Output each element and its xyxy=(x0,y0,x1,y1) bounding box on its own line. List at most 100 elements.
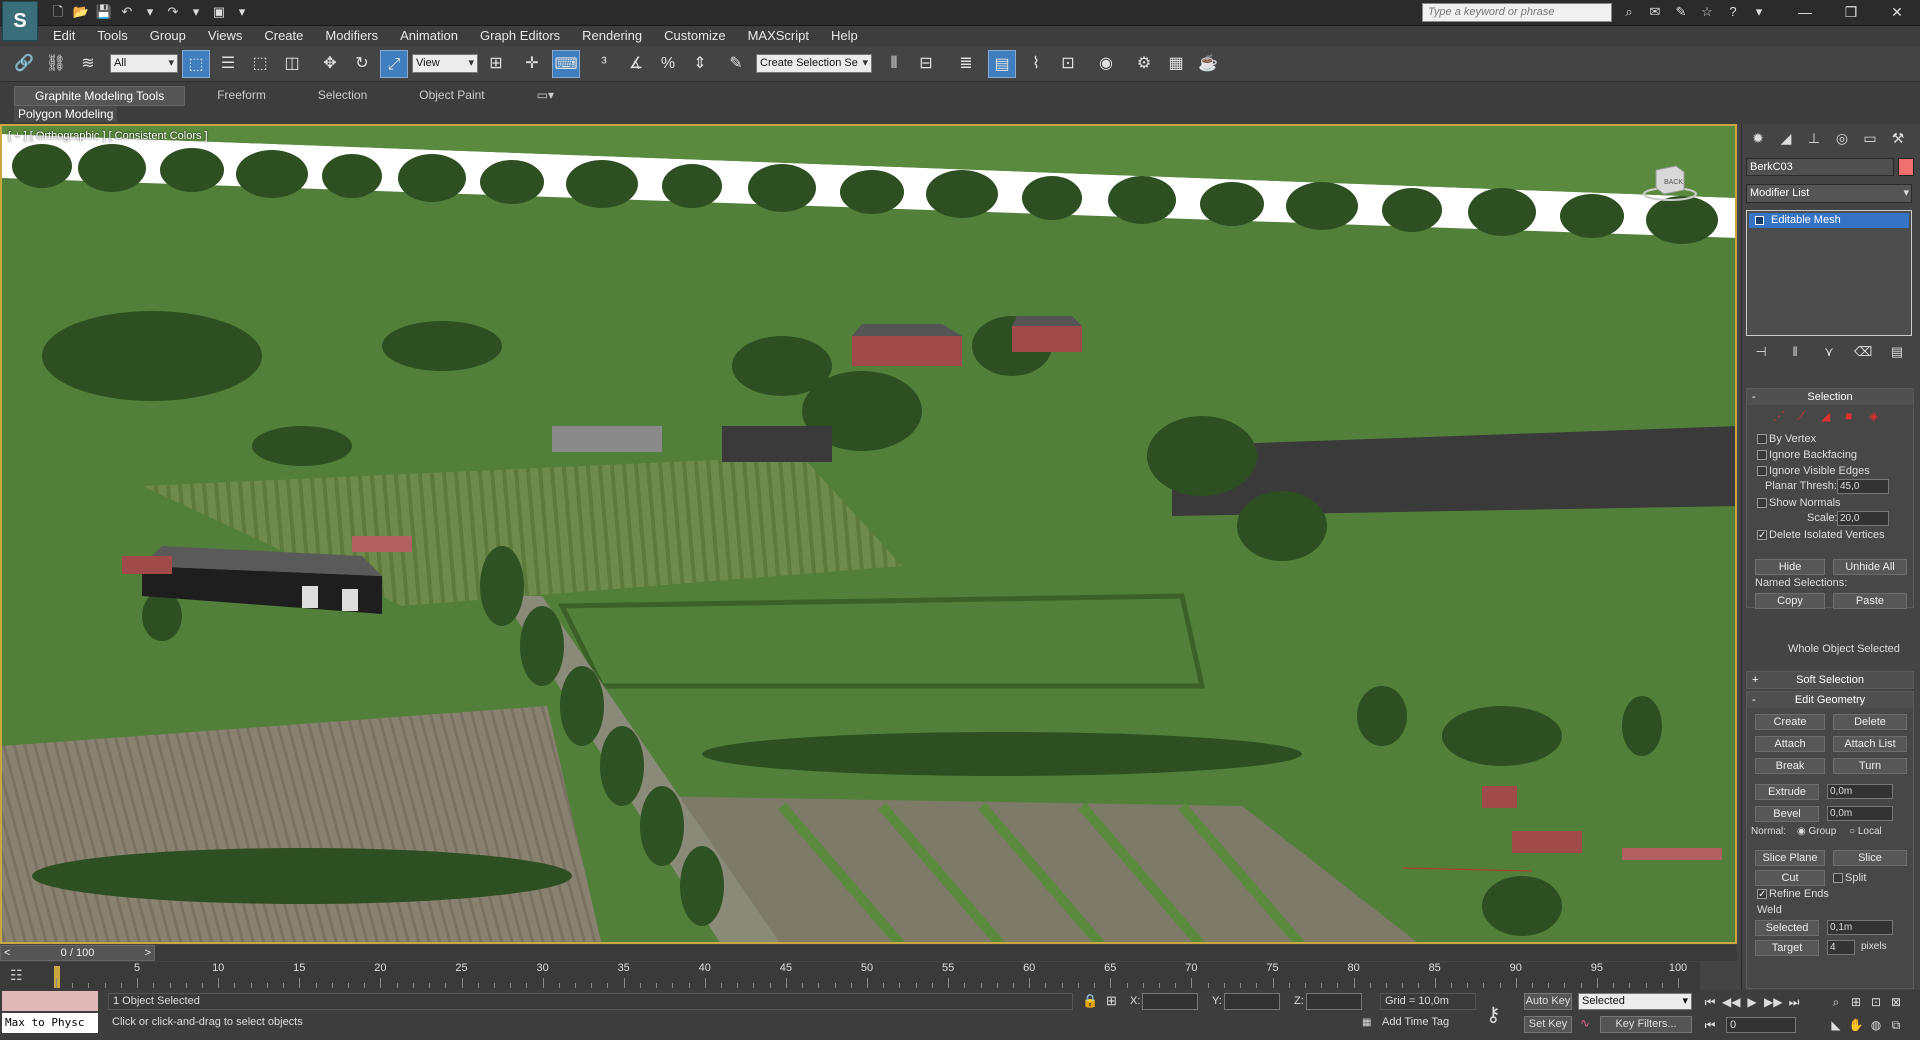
rollout-header-soft-selection[interactable]: + Soft Selection xyxy=(1747,672,1913,688)
rollout-header-edit-geometry[interactable]: - Edit Geometry xyxy=(1747,692,1913,708)
split-checkbox[interactable]: Split xyxy=(1823,870,1866,886)
window-crossing-icon[interactable]: ◫ xyxy=(278,50,306,78)
create-button[interactable]: Create xyxy=(1755,714,1825,730)
turn-button[interactable]: Turn xyxy=(1833,758,1907,774)
scale-spinner[interactable]: 20,0 xyxy=(1837,511,1889,526)
y-coordinate-field[interactable] xyxy=(1224,993,1280,1010)
move-icon[interactable]: ✥ xyxy=(316,50,344,78)
element-icon[interactable]: ◈ xyxy=(1869,409,1878,423)
menu-help[interactable]: Help xyxy=(820,26,869,46)
polygon-icon[interactable]: ■ xyxy=(1845,409,1852,423)
go-to-end-icon[interactable]: ⏭ xyxy=(1786,994,1802,1010)
attach-list-button[interactable]: Attach List xyxy=(1833,736,1907,752)
undo-icon[interactable]: ↶ xyxy=(117,3,137,21)
planar-thresh-spinner[interactable]: 45,0 xyxy=(1837,479,1889,494)
render-production-icon[interactable]: ☕ xyxy=(1194,50,1222,78)
undo-dropdown-icon[interactable]: ▾ xyxy=(140,3,160,21)
maxscript-input[interactable]: Max to Physc xyxy=(2,1013,98,1033)
time-cursor[interactable] xyxy=(54,966,60,988)
select-object-icon[interactable]: ⬚ xyxy=(182,50,210,78)
menu-group[interactable]: Group xyxy=(139,26,197,46)
previous-frame-icon[interactable]: ◀◀ xyxy=(1722,994,1740,1010)
menu-animation[interactable]: Animation xyxy=(389,26,469,46)
open-icon[interactable]: 📂 xyxy=(71,3,91,21)
key-mode-dropdown[interactable]: Selected xyxy=(1578,993,1692,1010)
key-mode-toggle-icon[interactable]: ⏮ xyxy=(1702,1017,1718,1033)
object-color-swatch[interactable] xyxy=(1898,158,1914,176)
stack-item-editable-mesh[interactable]: Editable Mesh xyxy=(1749,213,1909,228)
add-time-tag-icon[interactable]: ▦ xyxy=(1362,1017,1371,1028)
go-to-start-icon[interactable]: ⏮ xyxy=(1702,994,1718,1010)
break-button[interactable]: Break xyxy=(1755,758,1825,774)
delete-button[interactable]: Delete xyxy=(1833,714,1907,730)
app-logo-button[interactable]: S xyxy=(2,1,38,41)
default-tangent-icon[interactable]: ∿ xyxy=(1580,1016,1590,1030)
weld-threshold-spinner[interactable]: 0,1m xyxy=(1827,920,1893,935)
reference-coordinate-dropdown[interactable]: View xyxy=(412,54,478,73)
lock-selection-icon[interactable]: 🔒 xyxy=(1082,993,1098,1009)
bind-space-warp-icon[interactable]: ≋ xyxy=(74,50,102,78)
face-icon[interactable]: ◢ xyxy=(1821,409,1830,423)
make-unique-icon[interactable]: ⋎ xyxy=(1820,344,1838,360)
help-dropdown-icon[interactable]: ▾ xyxy=(1748,3,1770,21)
set-key-button[interactable]: Set Key xyxy=(1524,1016,1572,1033)
slice-plane-button[interactable]: Slice Plane xyxy=(1755,850,1825,866)
redo-icon[interactable]: ↷ xyxy=(163,3,183,21)
motion-tab-icon[interactable]: ◎ xyxy=(1830,128,1854,148)
viewcube[interactable]: BACK xyxy=(1642,162,1698,202)
refine-ends-checkbox[interactable]: Refine Ends xyxy=(1747,886,1829,903)
project-folder-icon[interactable]: ▣ xyxy=(209,3,229,21)
mini-curve-editor-icon[interactable]: ☷ xyxy=(10,967,23,984)
attach-button[interactable]: Attach xyxy=(1755,736,1825,752)
x-coordinate-field[interactable] xyxy=(1142,993,1198,1010)
restore-icon[interactable]: ❐ xyxy=(1828,0,1874,24)
orbit-icon[interactable]: ◍ xyxy=(1868,1017,1884,1033)
menu-maxscript[interactable]: MAXScript xyxy=(737,26,820,46)
ignore-backfacing-checkbox[interactable]: Ignore Backfacing xyxy=(1747,447,1913,463)
by-vertex-checkbox[interactable]: By Vertex xyxy=(1747,431,1913,447)
pan-icon[interactable]: ✋ xyxy=(1848,1017,1864,1033)
subscription-icon[interactable]: ✎ xyxy=(1670,3,1692,21)
group-radio[interactable]: ◉ Group xyxy=(1797,826,1836,837)
panel-polygon-modeling[interactable]: Polygon Modeling xyxy=(14,106,118,122)
render-setup-icon[interactable]: ⚙ xyxy=(1130,50,1158,78)
mirror-icon[interactable]: ⫴ xyxy=(880,50,908,78)
play-icon[interactable]: ▶ xyxy=(1744,994,1760,1010)
menu-views[interactable]: Views xyxy=(197,26,253,46)
menu-create[interactable]: Create xyxy=(253,26,314,46)
named-selection-dropdown[interactable]: Create Selection Se xyxy=(756,54,872,73)
viewport-label[interactable]: [ + ] [ Orthographic ] [ Consistent Colo… xyxy=(8,130,208,142)
bevel-button[interactable]: Bevel xyxy=(1755,806,1819,822)
edit-named-selection-icon[interactable]: ✎ xyxy=(722,50,750,78)
expand-icon[interactable] xyxy=(1755,216,1764,225)
cut-button[interactable]: Cut xyxy=(1755,870,1825,886)
maximize-viewport-icon[interactable]: ⧉ xyxy=(1888,1017,1904,1033)
menu-tools[interactable]: Tools xyxy=(86,26,138,46)
key-filters-button[interactable]: Key Filters... xyxy=(1600,1016,1692,1033)
display-tab-icon[interactable]: ▭ xyxy=(1858,128,1882,148)
add-time-tag[interactable]: Add Time Tag xyxy=(1382,1016,1449,1028)
maxscript-listener-mini[interactable] xyxy=(2,991,98,1011)
show-normals-checkbox[interactable]: Show Normals xyxy=(1747,495,1913,511)
minimize-icon[interactable]: — xyxy=(1782,0,1828,24)
menu-graph-editors[interactable]: Graph Editors xyxy=(469,26,571,46)
spinner-snap-icon[interactable]: ⇕ xyxy=(686,50,714,78)
select-manipulate-icon[interactable]: ✛ xyxy=(518,50,546,78)
modifier-list-dropdown[interactable]: Modifier List xyxy=(1746,184,1912,203)
align-icon[interactable]: ⊟ xyxy=(912,50,940,78)
weld-target-button[interactable]: Target xyxy=(1755,940,1819,956)
zoom-icon[interactable]: ⌕ xyxy=(1828,994,1844,1010)
time-slider-prev-icon[interactable]: < xyxy=(4,946,10,960)
tab-selection[interactable]: Selection xyxy=(298,86,387,106)
rollout-header-selection[interactable]: - Selection xyxy=(1747,389,1913,405)
delete-isolated-vertices-checkbox[interactable]: Delete Isolated Vertices xyxy=(1747,527,1913,544)
tab-graphite-modeling-tools[interactable]: Graphite Modeling Tools xyxy=(14,86,186,106)
extrude-spinner[interactable]: 0,0m xyxy=(1827,784,1893,799)
pin-stack-icon[interactable]: ⊣ xyxy=(1752,344,1770,360)
vertex-icon[interactable]: ⋰ xyxy=(1773,409,1785,423)
copy-button[interactable]: Copy xyxy=(1755,593,1825,609)
set-key-key-icon[interactable]: ⚷ xyxy=(1486,1002,1501,1027)
current-frame-field[interactable]: 0 xyxy=(1726,1017,1796,1033)
configure-modifier-sets-icon[interactable]: ▤ xyxy=(1888,344,1906,360)
tab-object-paint[interactable]: Object Paint xyxy=(399,86,504,106)
